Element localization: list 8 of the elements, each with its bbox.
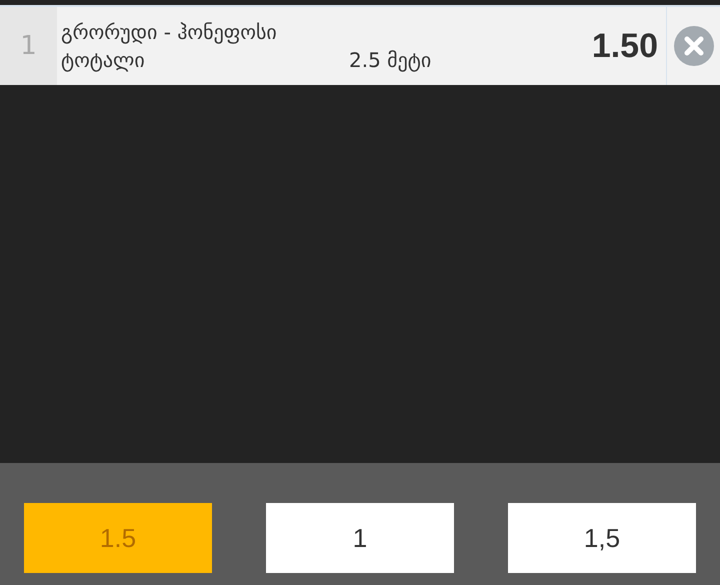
value-button[interactable]: 1,5 [508,503,696,573]
close-icon[interactable] [674,26,714,66]
value-button[interactable]: 1 [266,503,454,573]
match-name: გრორუდი - ჰონეფოსი [61,20,278,44]
selection-label: 2.5 მეტი [349,48,432,72]
bet-number: 1 [0,7,57,85]
market-name: ტოტალი [61,48,146,72]
odds-value: 1.50 [592,26,659,66]
